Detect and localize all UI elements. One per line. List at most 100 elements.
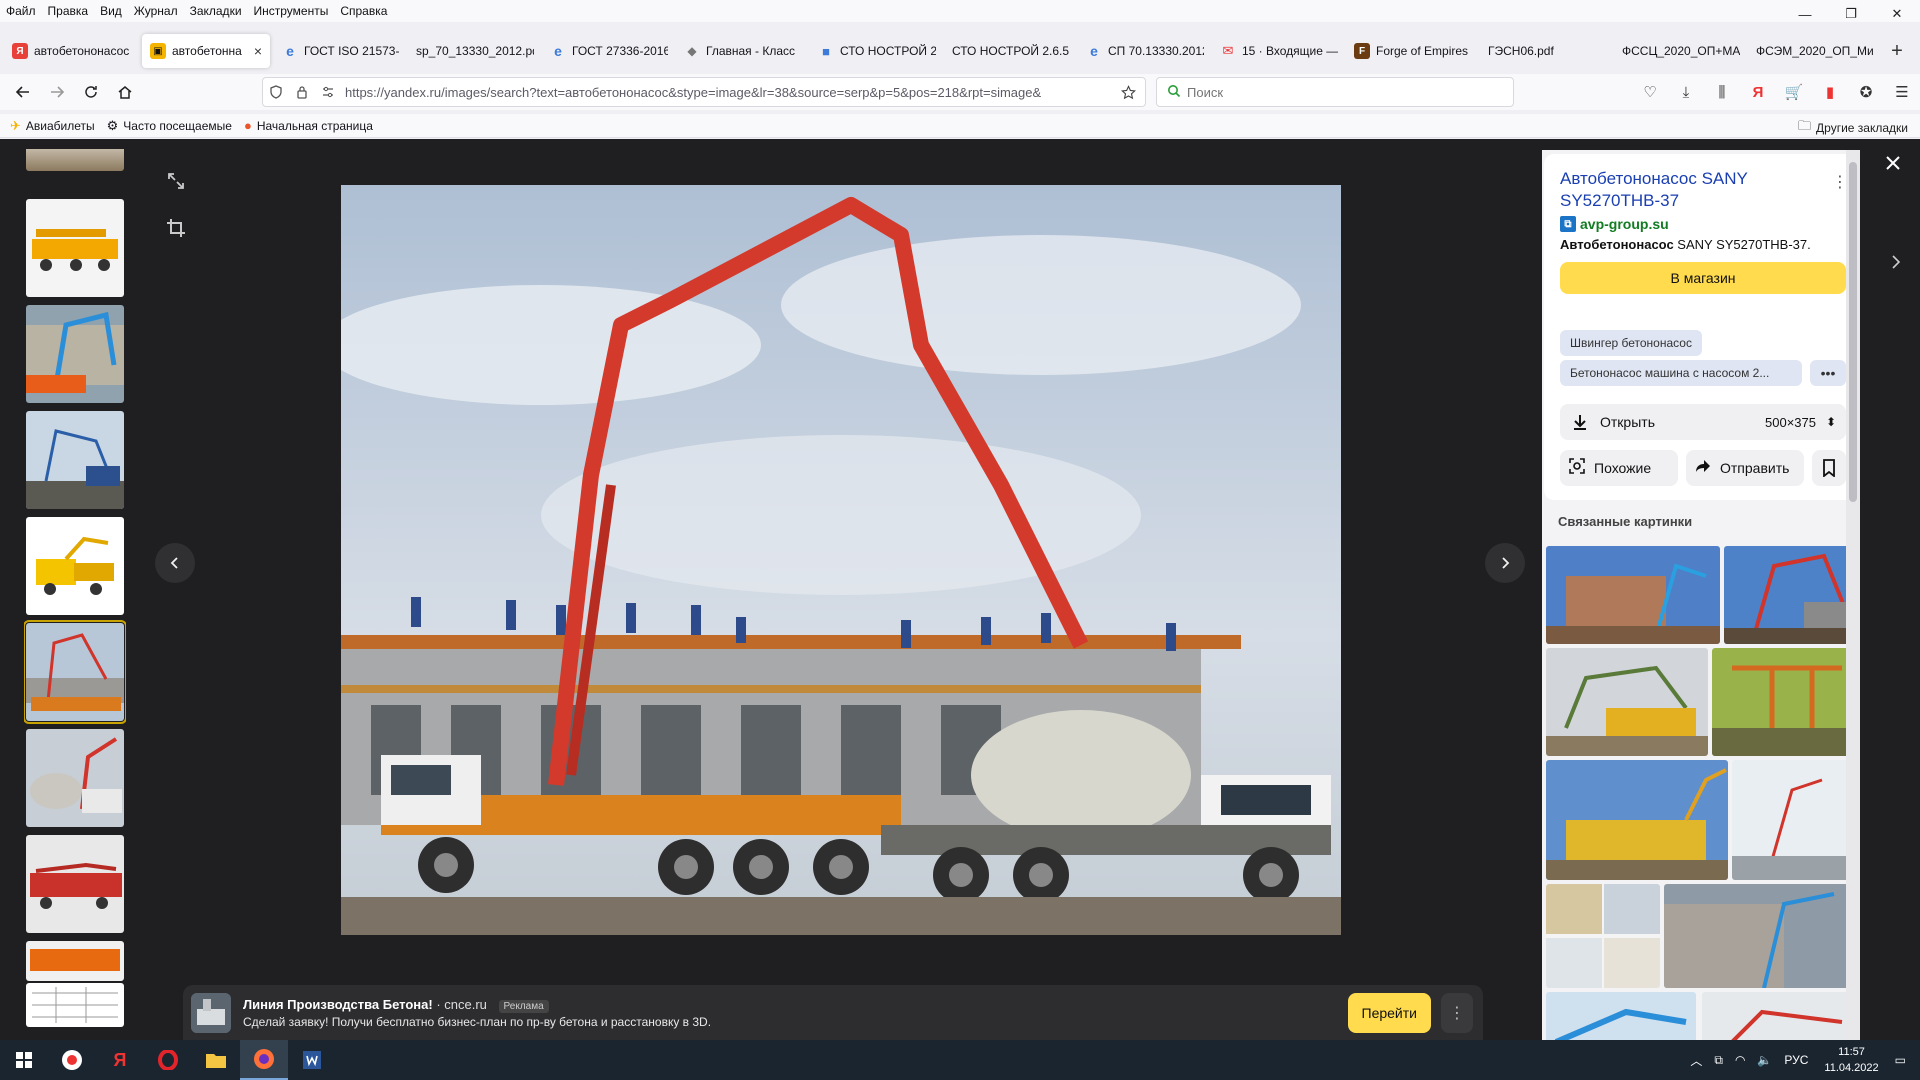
taskbar-opera[interactable] <box>144 1040 192 1080</box>
back-button[interactable] <box>6 77 40 107</box>
tab-fsscz[interactable]: ФССЦ_2020_ОП+МА <box>1614 34 1748 68</box>
restore-button[interactable]: ❐ <box>1828 0 1874 28</box>
menu-file[interactable]: Файл <box>6 4 36 18</box>
panel-next-button[interactable] <box>1882 242 1910 282</box>
tab-gesn06[interactable]: ГЭСН06.pdf <box>1480 34 1614 68</box>
menu-history[interactable]: Журнал <box>134 4 178 18</box>
thumbnail[interactable] <box>26 149 124 171</box>
thumbnail[interactable] <box>26 411 124 509</box>
related-image[interactable] <box>1546 648 1708 756</box>
bookmark-aviabilety[interactable]: ✈ Авиабилеты <box>10 118 95 134</box>
tab-forge-of-empires[interactable]: F Forge of Empires <box>1346 34 1480 68</box>
next-image-button[interactable] <box>1485 543 1525 583</box>
reload-button[interactable] <box>74 77 108 107</box>
bookmark-other[interactable]: 🗀 Другие закладки <box>1798 117 1908 139</box>
panel-scrollbar[interactable] <box>1846 150 1860 1041</box>
tab-sp70-pdf[interactable]: sp_70_13330_2012.pdf <box>408 34 542 68</box>
yandex-extension-icon[interactable]: Я <box>1740 74 1776 110</box>
related-image[interactable] <box>1546 884 1660 988</box>
hamburger-menu-icon[interactable]: ☰ <box>1884 74 1920 110</box>
tag-chip[interactable]: Швингер бетононасос <box>1560 330 1702 356</box>
url-text[interactable]: https://yandex.ru/images/search?text=авт… <box>341 85 1115 100</box>
image-title-link[interactable]: Автобетононасос SANY SY5270THB-37 <box>1560 168 1830 212</box>
bookmark-most-visited[interactable]: ⚙ Часто посещаемые <box>107 118 232 134</box>
thumbnail[interactable] <box>26 305 124 403</box>
search-input[interactable] <box>1187 84 1513 100</box>
related-image[interactable] <box>1546 760 1728 880</box>
main-image[interactable] <box>341 185 1341 935</box>
tab-sto-nostroy-1[interactable]: ■ СТО НОСТРОЙ 2 <box>810 34 944 68</box>
tab-gost-27336[interactable]: e ГОСТ 27336-2016 <box>542 34 676 68</box>
home-button[interactable] <box>108 77 142 107</box>
similar-button[interactable]: Похожие <box>1560 450 1678 486</box>
wifi-icon[interactable]: ◠ <box>1735 1053 1745 1067</box>
forward-button[interactable] <box>40 77 74 107</box>
related-image[interactable] <box>1724 546 1856 644</box>
language-indicator[interactable]: РУС <box>1784 1053 1808 1067</box>
scrollbar-thumb[interactable] <box>1849 162 1857 502</box>
taskbar-yandex-browser[interactable] <box>48 1040 96 1080</box>
notification-icon[interactable]: ▭ <box>1895 1053 1906 1067</box>
related-image[interactable] <box>1546 992 1696 1041</box>
ad-title[interactable]: Линия Производства Бетона! · cnce.ru Рек… <box>243 997 1348 1013</box>
tab-sto-nostroy-2[interactable]: СТО НОСТРОЙ 2.6.5 <box>944 34 1078 68</box>
menu-view[interactable]: Вид <box>100 4 122 18</box>
related-image[interactable] <box>1702 992 1856 1041</box>
thumbnail[interactable] <box>26 835 124 933</box>
minimize-button[interactable]: — <box>1782 0 1828 28</box>
library-icon[interactable]: ⫼ <box>1704 74 1740 110</box>
ad-go-button[interactable]: Перейти <box>1347 993 1431 1033</box>
close-tab-icon[interactable]: × <box>254 43 262 59</box>
bookmark-start-page[interactable]: ● Начальная страница <box>244 118 373 133</box>
close-viewer-button[interactable] <box>1880 150 1906 176</box>
thumbnail[interactable] <box>26 941 124 981</box>
tab-yandex-search[interactable]: Я автобетононасос <box>4 34 138 68</box>
menu-edit[interactable]: Правка <box>48 4 89 18</box>
extension-icon[interactable]: ✪ <box>1848 74 1884 110</box>
tab-gost-iso[interactable]: e ГОСТ ISO 21573- <box>274 34 408 68</box>
start-button[interactable] <box>0 1040 48 1080</box>
send-button[interactable]: Отправить <box>1686 450 1804 486</box>
star-bookmark-icon[interactable] <box>1115 84 1141 100</box>
shop-button[interactable]: В магазин <box>1560 262 1846 294</box>
thumbnail[interactable] <box>26 517 124 615</box>
permissions-icon[interactable] <box>315 85 341 99</box>
volume-icon[interactable]: 🔈 <box>1757 1053 1772 1067</box>
bookmark-button[interactable] <box>1812 450 1846 486</box>
source-site-link[interactable]: ⧉ avp-group.su <box>1560 216 1669 232</box>
tab-yandex-images[interactable]: ▣ автобетонна × <box>142 34 270 68</box>
menu-tools[interactable]: Инструменты <box>254 4 329 18</box>
cart-icon[interactable]: 🛒 <box>1776 74 1812 110</box>
ad-more-button[interactable]: ⋮ <box>1441 993 1473 1033</box>
related-image[interactable] <box>1732 760 1856 880</box>
open-image-button[interactable]: Открыть 500×375 ⬍ <box>1560 404 1846 440</box>
crop-button[interactable] <box>161 213 191 243</box>
shield-icon[interactable] <box>263 85 289 99</box>
tab-sp70[interactable]: e СП 70.13330.2012 <box>1078 34 1212 68</box>
close-window-button[interactable]: ✕ <box>1874 0 1920 28</box>
related-image[interactable] <box>1664 884 1856 988</box>
bookmark-flag-icon[interactable]: ▮ <box>1812 74 1848 110</box>
clock[interactable]: 11:57 11.04.2022 <box>1824 1044 1878 1076</box>
ad-banner[interactable]: Линия Производства Бетона! · cnce.ru Рек… <box>183 985 1483 1041</box>
taskbar-yandex[interactable]: Я <box>96 1040 144 1080</box>
thumbnail[interactable] <box>26 729 124 827</box>
fullscreen-button[interactable] <box>161 166 191 196</box>
chevron-up-icon[interactable]: ︿ <box>1690 1052 1702 1069</box>
tag-chip[interactable]: Бетононасос машина с насосом 2... <box>1560 360 1802 386</box>
previous-image-button[interactable] <box>155 543 195 583</box>
taskbar-firefox[interactable] <box>240 1040 288 1080</box>
lock-icon[interactable] <box>289 85 315 99</box>
device-icon[interactable]: ⧉ <box>1714 1053 1723 1068</box>
search-bar[interactable] <box>1156 77 1514 107</box>
thumbnail[interactable] <box>26 199 124 297</box>
more-tags-button[interactable]: ••• <box>1810 360 1846 386</box>
tab-inbox[interactable]: ✉ 15 · Входящие — <box>1212 34 1346 68</box>
related-image[interactable] <box>1546 546 1720 644</box>
thumbnail-selected[interactable] <box>24 620 126 724</box>
tab-fsem[interactable]: ФСЭМ_2020_ОП_Ми <box>1748 34 1882 68</box>
new-tab-button[interactable]: + <box>1882 33 1912 69</box>
tab-glavnaya[interactable]: ◆ Главная - Класс <box>676 34 810 68</box>
thumbnail[interactable] <box>26 983 124 1027</box>
download-icon[interactable]: ⤓ <box>1668 74 1704 110</box>
